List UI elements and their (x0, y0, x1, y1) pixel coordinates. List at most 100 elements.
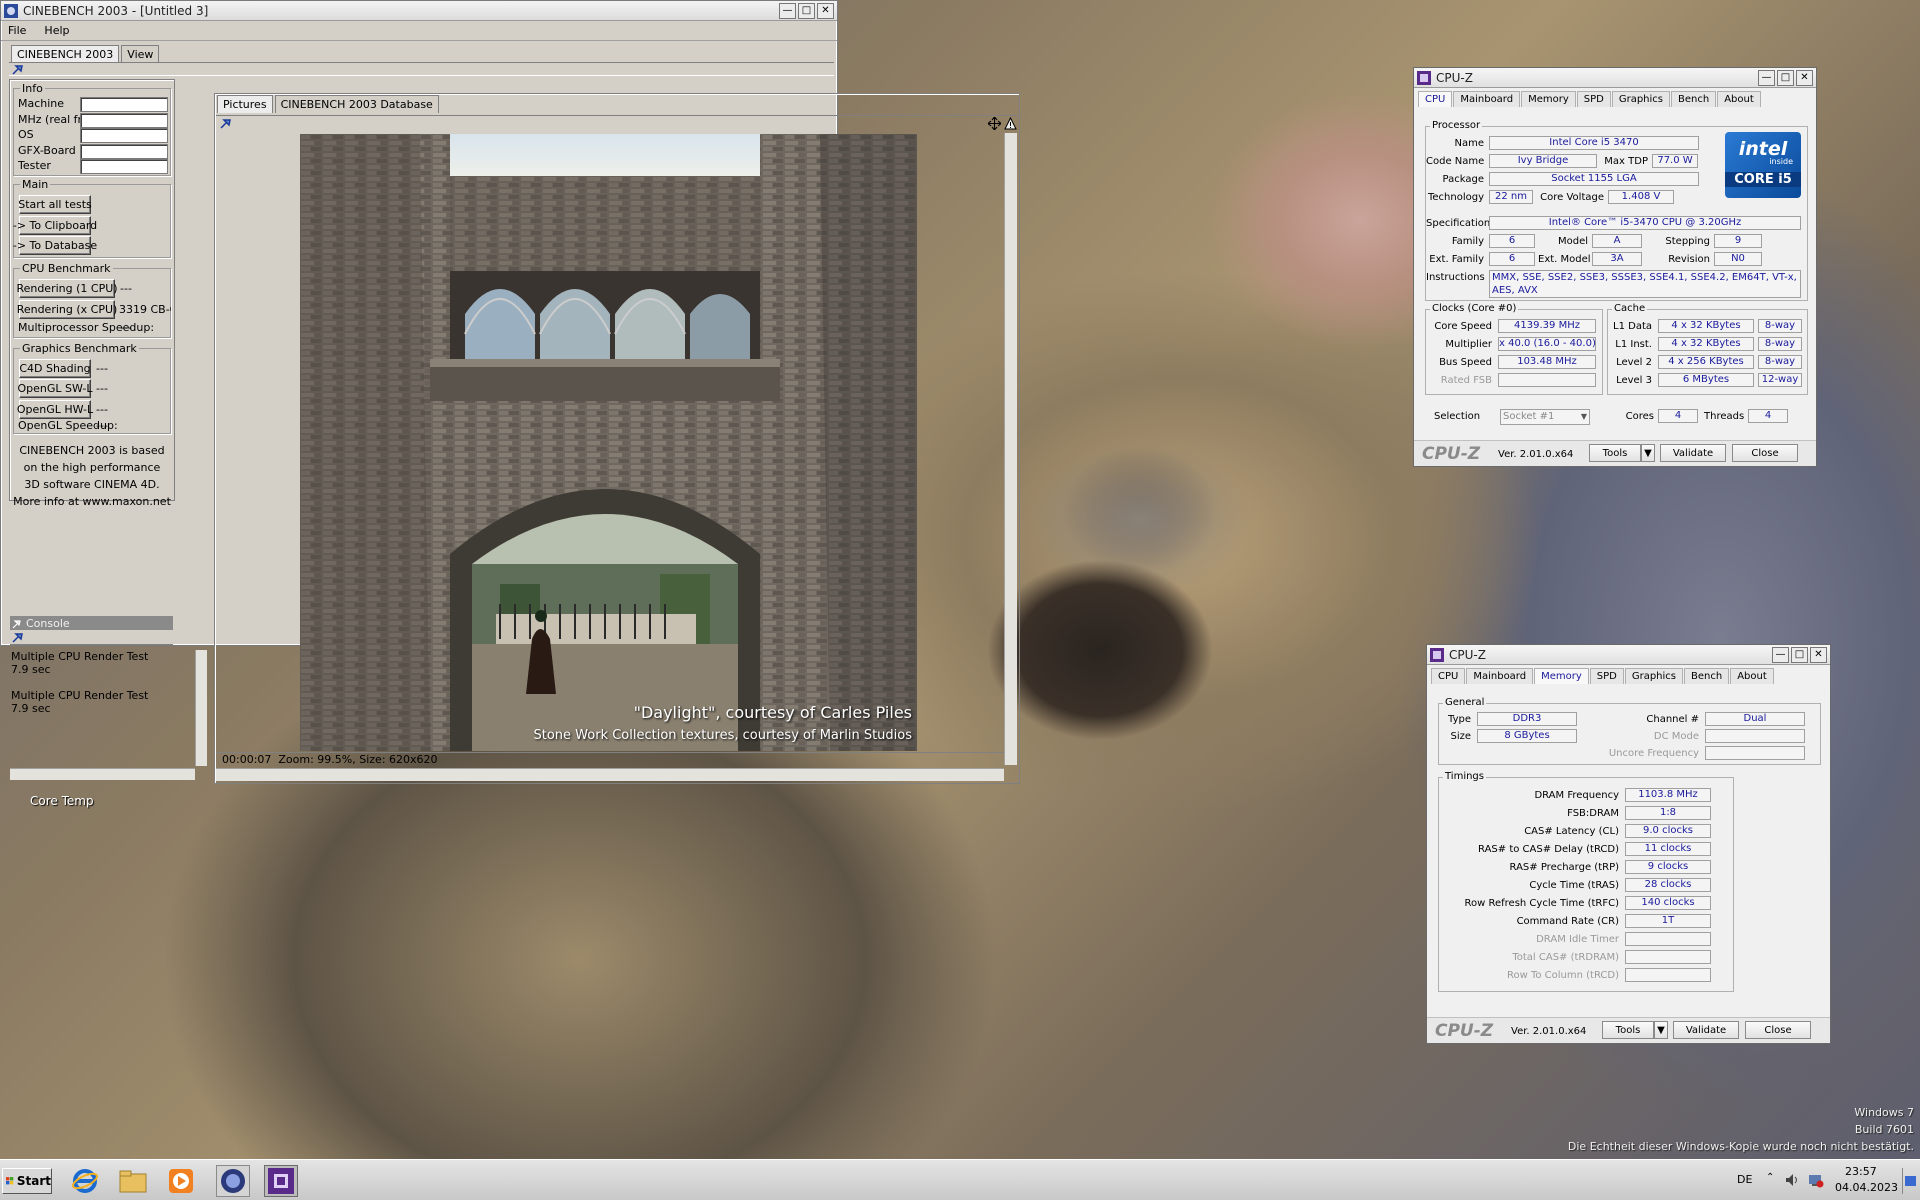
validate-button[interactable]: Validate (1660, 444, 1726, 462)
console-line: 7.9 sec (11, 702, 51, 715)
tester-field[interactable] (80, 159, 168, 174)
cinebench-titlebar[interactable]: CINEBENCH 2003 - [Untitled 3] — □ ✕ (1, 1, 837, 21)
tab-cpu[interactable]: CPU (1431, 668, 1466, 684)
tools-button[interactable]: Tools (1602, 1021, 1654, 1039)
machine-field[interactable] (80, 97, 168, 112)
minimize-button[interactable]: — (1758, 69, 1775, 86)
opengl-hw-button[interactable]: OpenGL HW-L (17, 400, 93, 419)
picture-pin-icon[interactable] (220, 118, 232, 129)
taskbar-cinebench-icon[interactable] (216, 1165, 250, 1197)
tools-dropdown-icon[interactable]: ▼ (1654, 1021, 1668, 1039)
cpuz-close-button[interactable]: Close (1732, 444, 1798, 462)
watermark-line: Build 7601 (1854, 1123, 1914, 1136)
render-caption-1: "Daylight", courtesy of Carles Piles (633, 703, 912, 722)
tab-database[interactable]: CINEBENCH 2003 Database (274, 95, 439, 113)
c4d-shading-button[interactable]: C4D Shading (19, 359, 91, 378)
to-clipboard-button[interactable]: -> To Clipboard (13, 216, 97, 235)
tab-bench[interactable]: Bench (1671, 91, 1717, 107)
console-hscrollbar[interactable] (10, 768, 195, 780)
tab-memory[interactable]: Memory (1534, 668, 1589, 684)
network-icon[interactable] (1808, 1172, 1824, 1188)
minimize-button[interactable]: — (1772, 646, 1789, 663)
render-xcpu-button[interactable]: Rendering (x CPU) (17, 300, 117, 319)
tab-graphics[interactable]: Graphics (1624, 668, 1684, 684)
watermark-line: Die Echtheit dieser Windows-Kopie wurde … (1567, 1140, 1914, 1153)
tab-pictures[interactable]: Pictures (217, 95, 273, 113)
close-button[interactable]: ✕ (1810, 646, 1827, 663)
maximize-button[interactable]: □ (798, 2, 815, 19)
os-field[interactable] (80, 128, 168, 143)
tab-about[interactable]: About (1717, 91, 1761, 107)
processor-group: Processor Name Intel Core i5 3470 Code N… (1425, 120, 1808, 301)
move-icon[interactable] (988, 117, 1001, 130)
menu-file[interactable]: File (5, 24, 29, 37)
tools-dropdown-icon[interactable]: ▼ (1641, 444, 1655, 462)
minimize-button[interactable]: — (779, 2, 796, 19)
cinebench-app-icon (4, 3, 18, 18)
cpuz-cpu-footer: CPU-Z Ver. 2.01.0.x64 Tools ▼ Validate C… (1414, 440, 1816, 466)
tab-graphics[interactable]: Graphics (1611, 91, 1671, 107)
taskbar-ie-icon[interactable] (70, 1166, 100, 1196)
taskbar: Start DE ⌃ 23:57 04.04.2023 (0, 1159, 1920, 1200)
cpuz-cpu-title: CPU-Z (1436, 70, 1473, 85)
watermark-line: Windows 7 (1854, 1106, 1914, 1119)
to-database-button[interactable]: -> To Database (13, 236, 97, 255)
timing-label: Cycle Time (tRAS) (1529, 880, 1619, 891)
taskbar-cpuz-icon[interactable] (264, 1165, 298, 1197)
opengl-sw-button[interactable]: OpenGL SW-L (17, 379, 93, 398)
socket-select[interactable]: Socket #1 ▼ (1500, 409, 1590, 425)
dcmode-label: DC Mode (1653, 731, 1699, 742)
maximize-button[interactable]: □ (1791, 646, 1808, 663)
cpuz-memory-titlebar[interactable]: CPU-Z — □ ✕ (1427, 645, 1830, 665)
technology-value: 22 nm (1489, 190, 1533, 204)
clock-date[interactable]: 04.04.2023 (1835, 1181, 1898, 1194)
clock-time[interactable]: 23:57 (1845, 1165, 1877, 1178)
core-speed-label: Core Speed (1434, 321, 1492, 332)
cpuz-cpu-titlebar[interactable]: CPU-Z — □ ✕ (1414, 68, 1816, 88)
close-button[interactable]: ✕ (817, 2, 834, 19)
core-temp-label[interactable]: Core Temp (30, 794, 94, 808)
console-tool-pin-icon[interactable] (12, 632, 24, 643)
pin-icon[interactable] (12, 64, 24, 75)
general-title: General (1443, 697, 1487, 708)
picture-vscrollbar[interactable] (1004, 133, 1017, 765)
timing-label: RAS# to CAS# Delay (tRCD) (1478, 844, 1619, 855)
tab-cpu[interactable]: CPU (1418, 91, 1453, 107)
tab-spd[interactable]: SPD (1576, 91, 1611, 107)
tab-cinebench[interactable]: CINEBENCH 2003 (11, 45, 120, 63)
tools-button[interactable]: Tools (1589, 444, 1641, 462)
opengl-sw-result: --- (96, 382, 108, 395)
windows-watermark: Windows 7 Build 7601 Die Echtheit dieser… (1568, 1104, 1914, 1155)
tab-mainboard[interactable]: Mainboard (1466, 668, 1534, 684)
tab-about[interactable]: About (1730, 668, 1774, 684)
close-button[interactable]: ✕ (1796, 69, 1813, 86)
volume-icon[interactable] (1784, 1172, 1800, 1188)
start-all-tests-button[interactable]: Start all tests (18, 195, 92, 214)
console-vscrollbar[interactable] (195, 650, 207, 766)
ie-icon (72, 1169, 98, 1193)
menu-help[interactable]: Help (41, 24, 72, 37)
maximize-button[interactable]: □ (1777, 69, 1794, 86)
validate-button[interactable]: Validate (1673, 1021, 1739, 1039)
render-1cpu-button[interactable]: Rendering (1 CPU) (16, 279, 118, 298)
mhz-field[interactable] (80, 113, 168, 128)
castle-render (300, 134, 917, 751)
tab-spd[interactable]: SPD (1589, 668, 1624, 684)
tab-mainboard[interactable]: Mainboard (1453, 91, 1521, 107)
clocks-title: Clocks (Core #0) (1430, 303, 1519, 314)
taskbar-explorer-icon[interactable] (118, 1166, 148, 1196)
tab-view[interactable]: View (121, 45, 160, 63)
start-button[interactable]: Start (2, 1168, 52, 1194)
console-pin-icon[interactable] (12, 619, 22, 629)
picture-hscrollbar[interactable] (216, 768, 1004, 781)
tab-memory[interactable]: Memory (1521, 91, 1576, 107)
language-indicator[interactable]: DE (1737, 1173, 1752, 1186)
cpuz-close-button[interactable]: Close (1745, 1021, 1811, 1039)
tab-bench[interactable]: Bench (1684, 668, 1730, 684)
show-desktop-button[interactable] (1902, 1168, 1916, 1194)
gfx-field[interactable] (80, 144, 168, 159)
render-image: "Daylight", courtesy of Carles Piles Sto… (300, 134, 917, 751)
taskbar-mediaplayer-icon[interactable] (166, 1166, 196, 1196)
tray-expand-icon[interactable]: ⌃ (1766, 1172, 1774, 1183)
warning-icon[interactable] (1004, 117, 1017, 130)
